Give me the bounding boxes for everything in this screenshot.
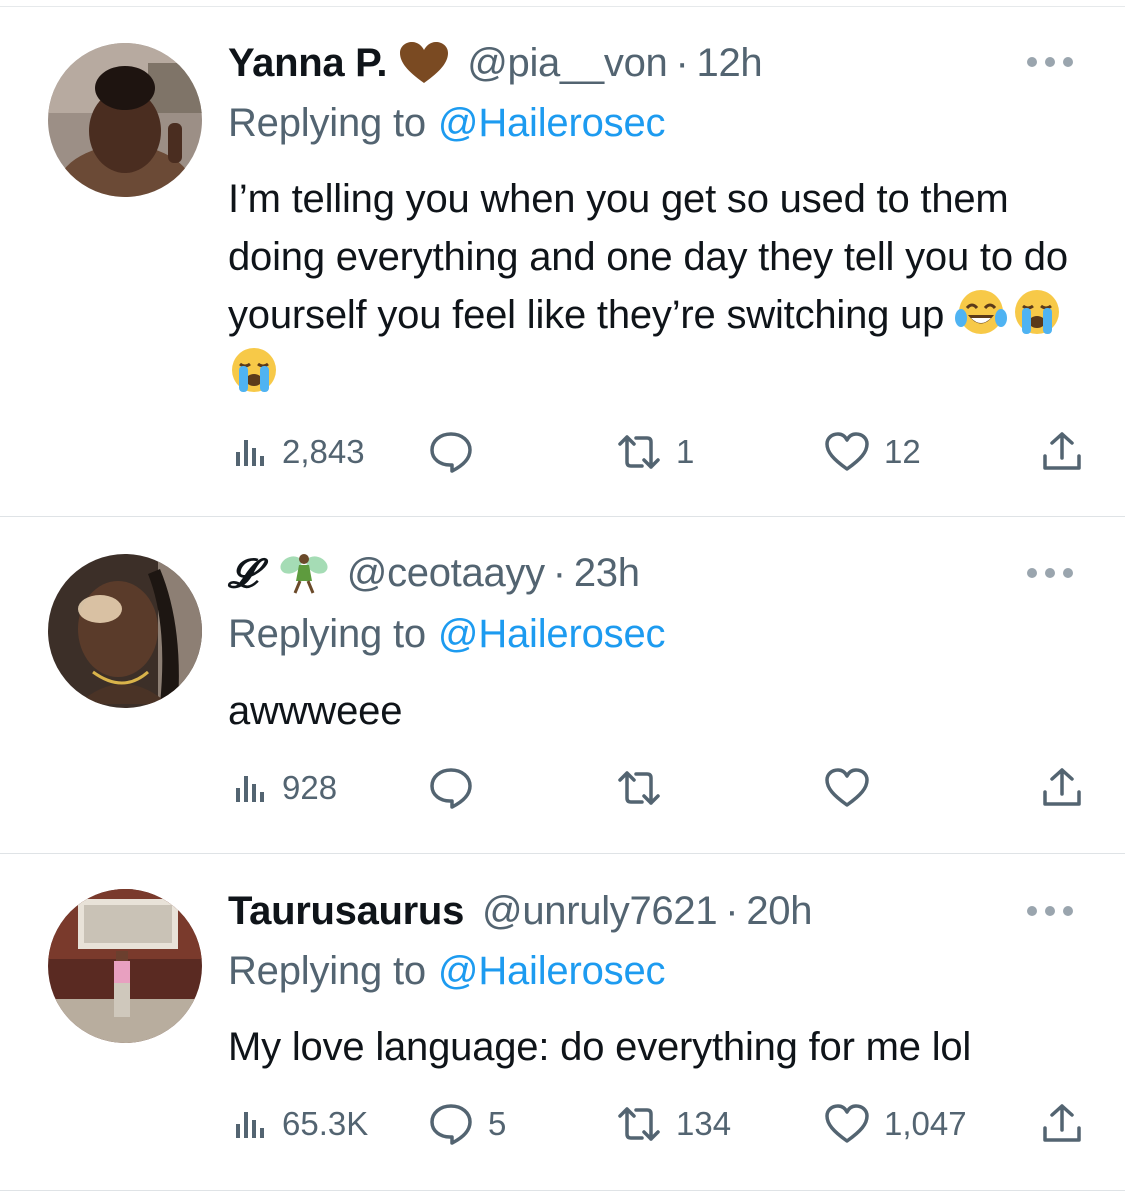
like-button[interactable]: 1,047 [824,1099,967,1149]
more-icon[interactable] [1027,904,1073,918]
like-button[interactable] [824,763,884,813]
share-button[interactable] [1040,427,1084,477]
replying-prefix: Replying to [228,611,426,656]
tweet-text-content: My love language: do everything for me l… [228,1025,972,1069]
tweet-text: I’m telling you when you get so used to … [228,170,1088,402]
separator: · [675,40,689,85]
reply-button[interactable]: 5 [428,1099,506,1149]
retweet-count: 1 [676,433,695,470]
views-icon [236,1112,264,1138]
loudly-crying-icon [1011,288,1063,336]
reply-count: 5 [488,1105,507,1142]
display-name[interactable]: 𝓛 [228,550,257,597]
tears-of-joy-icon [955,288,1008,336]
retweet-button[interactable]: 1 [616,427,694,477]
tweet-text-content: awwweee [228,689,403,733]
views-count: 65.3K [282,1105,369,1142]
reply-tweet[interactable]: Taurusaurus @unruly7621 · 20h Replying t… [0,854,1125,1191]
reply-tweet[interactable]: Yanna P. @pia__von · 12h Replying to @Ha… [0,0,1125,517]
retweet-button[interactable] [616,763,676,813]
views-count: 2,843 [282,433,365,470]
separator: · [552,550,566,595]
retweet-icon [618,435,660,469]
tweet-header: 𝓛 @ceotaayy · 23h [228,548,640,598]
display-name[interactable]: Yanna P. [228,41,387,86]
loudly-crying-icon [228,346,280,394]
action-bar: 928 [228,763,1088,813]
avatar[interactable] [48,554,202,708]
replying-to: Replying to @Hailerosec [228,98,665,148]
like-icon [825,432,869,471]
retweet-icon [618,771,660,805]
share-button[interactable] [1040,1099,1084,1149]
reply-button[interactable] [428,763,488,813]
views-icon [236,440,264,466]
timestamp[interactable]: 23h [574,551,640,596]
mention-link[interactable]: @Hailerosec [438,101,666,146]
like-icon [825,1104,869,1143]
share-icon [1043,768,1081,806]
mention-link[interactable]: @Hailerosec [438,612,666,657]
timestamp[interactable]: 20h [746,889,812,934]
like-button[interactable]: 12 [824,427,921,477]
action-bar: 2,843 1 12 [228,427,1088,477]
display-name[interactable]: Taurusaurus [228,889,464,934]
like-count: 1,047 [884,1105,967,1142]
brown-heart-icon [399,41,449,85]
handle[interactable]: @pia__von [467,41,668,86]
views-button[interactable]: 928 [232,763,337,813]
reply-button[interactable] [428,427,488,477]
reply-icon [430,1104,472,1145]
mention-link[interactable]: @Hailerosec [438,949,666,994]
retweet-icon [618,1107,660,1141]
avatar[interactable] [48,43,202,197]
share-icon [1043,1104,1081,1142]
tweet-text: My love language: do everything for me l… [228,1018,1088,1076]
reply-tweet[interactable]: 𝓛 @ceotaayy · 23h Replying to @Hailerose… [0,517,1125,854]
action-bar: 65.3K 5 134 1,047 [228,1099,1088,1149]
tweet-text: awwweee [228,682,1088,740]
replying-to: Replying to @Hailerosec [228,946,665,996]
like-icon [825,768,869,807]
tweet-text-content: I’m telling you when you get so used to … [228,177,1068,337]
retweet-count: 134 [676,1105,732,1142]
like-count: 12 [884,433,921,470]
more-icon[interactable] [1027,566,1073,580]
views-button[interactable]: 2,843 [232,427,365,477]
views-button[interactable]: 65.3K [232,1099,368,1149]
handle[interactable]: @unruly7621 [482,889,718,934]
retweet-button[interactable]: 134 [616,1099,731,1149]
replying-prefix: Replying to [228,948,426,993]
replying-prefix: Replying to [228,100,426,145]
share-button[interactable] [1040,763,1084,813]
views-icon [236,776,264,802]
tweet-header: Yanna P. @pia__von · 12h [228,38,763,88]
tweet-header: Taurusaurus @unruly7621 · 20h [228,886,812,936]
reply-icon [430,768,472,809]
separator: · [725,888,739,933]
views-count: 928 [282,769,338,806]
reply-icon [430,432,472,473]
share-icon [1043,432,1081,470]
handle[interactable]: @ceotaayy [347,551,545,596]
avatar[interactable] [48,889,202,1043]
more-icon[interactable] [1027,55,1073,69]
fairy-icon [279,551,329,595]
timestamp[interactable]: 12h [697,41,763,86]
tweet-divider [0,1190,1125,1191]
replying-to: Replying to @Hailerosec [228,609,665,659]
